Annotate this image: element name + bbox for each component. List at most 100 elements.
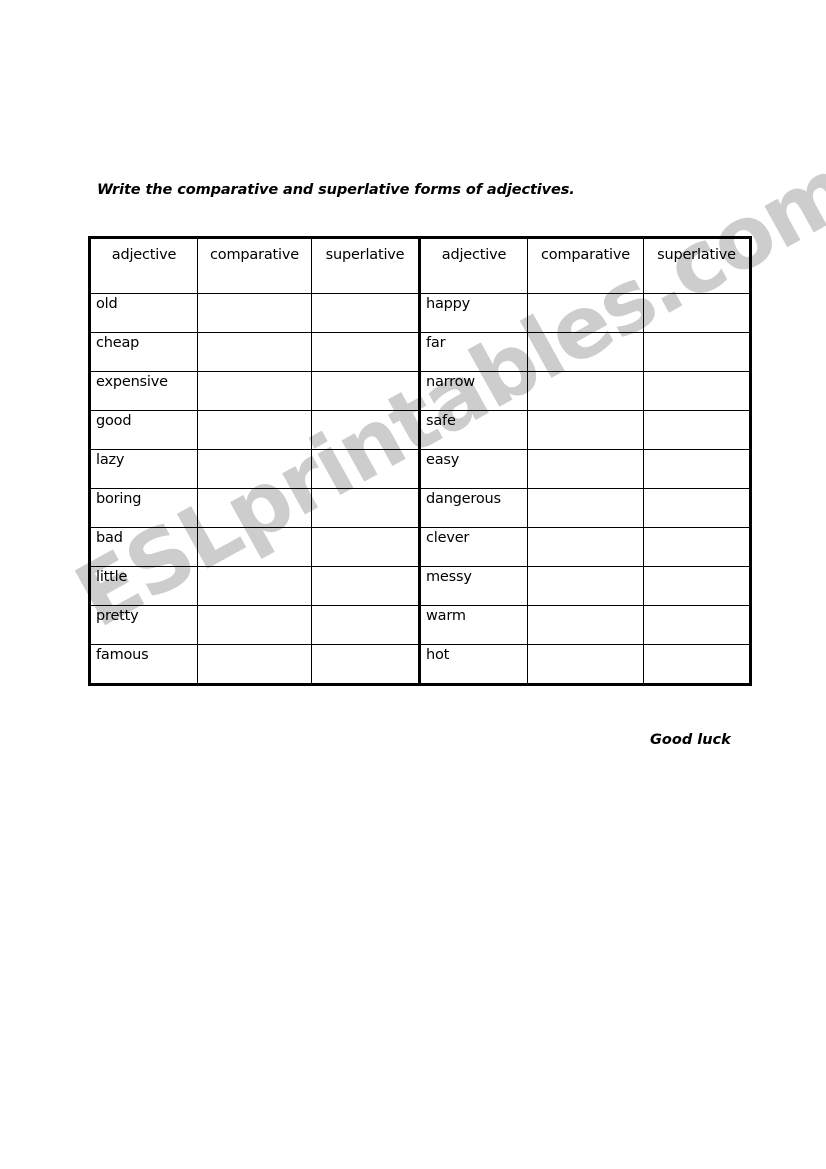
adjective-label: expensive <box>96 374 168 390</box>
header-cell-adjective-right: adjective <box>418 236 528 294</box>
answer-blank <box>644 528 749 531</box>
adjective-cell: happy <box>418 293 528 333</box>
answer-blank <box>312 450 418 453</box>
answer-blank <box>644 489 749 492</box>
answer-cell[interactable] <box>311 410 421 450</box>
answer-cell[interactable] <box>311 488 421 528</box>
answer-cell[interactable] <box>643 449 752 489</box>
answer-cell[interactable] <box>643 527 752 567</box>
answer-blank <box>644 606 749 609</box>
answer-blank <box>528 450 643 453</box>
adjective-cell: little <box>88 566 198 606</box>
adjective-label: happy <box>426 296 471 312</box>
answer-blank <box>198 450 311 453</box>
answer-cell[interactable] <box>197 566 312 606</box>
answer-cell[interactable] <box>311 605 421 645</box>
answer-cell[interactable] <box>527 566 644 606</box>
answer-cell[interactable] <box>311 293 421 333</box>
answer-blank <box>198 333 311 336</box>
adjective-label: famous <box>96 647 149 663</box>
answer-cell[interactable] <box>527 449 644 489</box>
answer-cell[interactable] <box>197 293 312 333</box>
adjective-cell: warm <box>418 605 528 645</box>
adjective-label: easy <box>426 452 460 468</box>
adjective-label: warm <box>426 608 466 624</box>
answer-cell[interactable] <box>197 527 312 567</box>
answer-cell[interactable] <box>643 488 752 528</box>
answer-cell[interactable] <box>643 410 752 450</box>
adjective-label: cheap <box>96 335 140 351</box>
adjective-label: old <box>96 296 118 312</box>
adjective-cell: clever <box>418 527 528 567</box>
answer-blank <box>644 411 749 414</box>
adjective-cell: dangerous <box>418 488 528 528</box>
answer-cell[interactable] <box>197 488 312 528</box>
answer-blank <box>644 333 749 336</box>
table-header-row: adjective comparative superlative adjective… <box>88 236 752 294</box>
answer-blank <box>312 567 418 570</box>
table-row: good safe <box>88 410 752 450</box>
answer-cell[interactable] <box>197 410 312 450</box>
answer-cell[interactable] <box>527 605 644 645</box>
adjective-cell: narrow <box>418 371 528 411</box>
answer-blank <box>644 372 749 375</box>
answer-blank <box>198 645 311 648</box>
adjective-label: good <box>96 413 132 429</box>
adjective-cell: easy <box>418 449 528 489</box>
answer-cell[interactable] <box>197 371 312 411</box>
good-luck-text: Good luck <box>650 732 731 748</box>
adjective-label: bad <box>96 530 123 546</box>
answer-cell[interactable] <box>311 566 421 606</box>
table-row: bad clever <box>88 527 752 567</box>
answer-blank <box>198 489 311 492</box>
answer-blank <box>312 489 418 492</box>
answer-cell[interactable] <box>311 644 421 686</box>
answer-cell[interactable] <box>643 293 752 333</box>
answer-cell[interactable] <box>527 293 644 333</box>
answer-blank <box>198 606 311 609</box>
answer-blank <box>312 411 418 414</box>
answer-blank <box>312 333 418 336</box>
answer-cell[interactable] <box>197 644 312 686</box>
header-cell-superlative-right: superlative <box>643 236 752 294</box>
answer-cell[interactable] <box>197 332 312 372</box>
adjective-label: narrow <box>426 374 475 390</box>
answer-blank <box>644 450 749 453</box>
answer-blank <box>528 294 643 297</box>
answer-cell[interactable] <box>311 449 421 489</box>
answer-cell[interactable] <box>643 644 752 686</box>
answer-cell[interactable] <box>527 488 644 528</box>
answer-cell[interactable] <box>527 410 644 450</box>
answer-cell[interactable] <box>311 371 421 411</box>
header-cell-label: superlative <box>325 247 405 263</box>
adjective-label: pretty <box>96 608 139 624</box>
answer-cell[interactable] <box>311 527 421 567</box>
answer-blank <box>198 528 311 531</box>
header-cell-label: adjective <box>441 247 507 263</box>
adjective-cell: cheap <box>88 332 198 372</box>
answer-cell[interactable] <box>527 644 644 686</box>
answer-cell[interactable] <box>527 332 644 372</box>
answer-cell[interactable] <box>527 527 644 567</box>
adjective-cell: pretty <box>88 605 198 645</box>
answer-cell[interactable] <box>643 566 752 606</box>
answer-cell[interactable] <box>197 449 312 489</box>
answer-cell[interactable] <box>197 605 312 645</box>
answer-cell[interactable] <box>311 332 421 372</box>
adjective-label: lazy <box>96 452 125 468</box>
answer-cell[interactable] <box>527 371 644 411</box>
answer-cell[interactable] <box>643 605 752 645</box>
adjective-cell: far <box>418 332 528 372</box>
table-row: little messy <box>88 566 752 606</box>
table-row: famous hot <box>88 644 752 686</box>
header-cell-label: comparative <box>210 247 299 263</box>
answer-blank <box>198 567 311 570</box>
instruction-text: Write the comparative and superlative fo… <box>97 182 575 198</box>
answer-cell[interactable] <box>643 371 752 411</box>
adjective-label: clever <box>426 530 470 546</box>
adjective-label: messy <box>426 569 472 585</box>
answer-cell[interactable] <box>643 332 752 372</box>
adjective-label: boring <box>96 491 142 507</box>
header-cell-label: superlative <box>657 247 736 263</box>
table-row: lazy easy <box>88 449 752 489</box>
